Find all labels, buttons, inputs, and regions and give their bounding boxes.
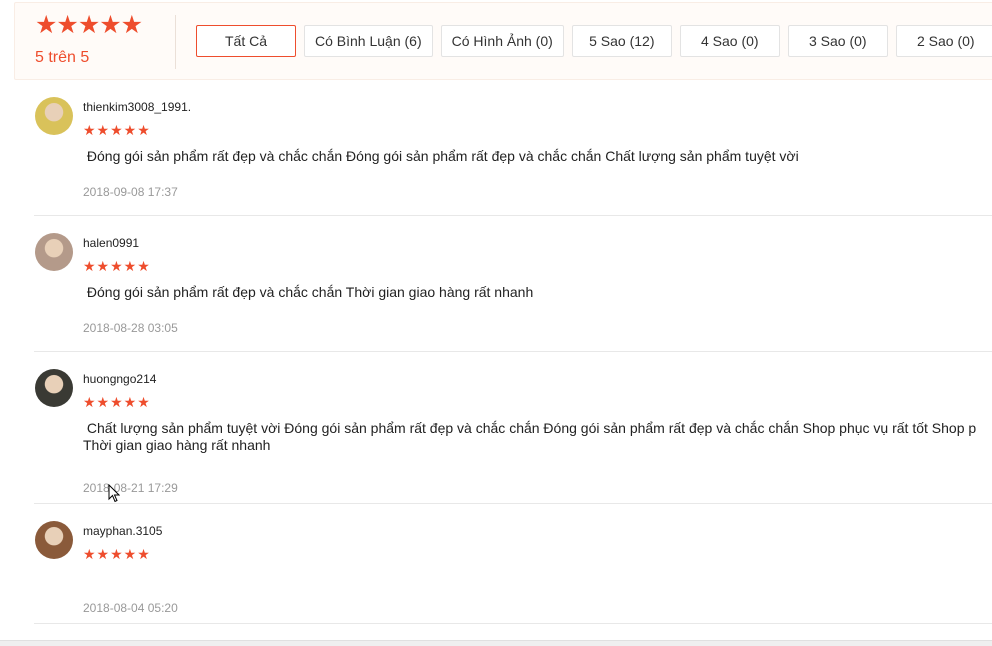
review-date: 2018-08-21 17:29	[83, 481, 178, 495]
review-date: 2018-08-04 05:20	[83, 601, 178, 615]
review-stars-icon: ★★★★★	[83, 258, 151, 274]
rating-filter-panel: ★★★★★ 5 trên 5 Tất Cả Có Bình Luận (6) Có …	[14, 2, 992, 80]
filter-button[interactable]: Có Bình Luận (6)	[304, 25, 433, 57]
review-stars-icon: ★★★★★	[83, 546, 151, 562]
avatar[interactable]	[35, 521, 73, 559]
review-username[interactable]: halen0991	[83, 236, 992, 250]
filter-button[interactable]: Có Hình Ảnh (0)	[440, 25, 564, 57]
review-item: huongngo214 ★★★★★ Chất lượng sản phẩm tu…	[34, 369, 992, 504]
review-item: halen0991 ★★★★★ Đóng gói sản phẩm rất đẹ…	[34, 233, 992, 352]
review-comment: Đóng gói sản phẩm rất đẹp và chắc chắn T…	[83, 284, 534, 300]
rating-stars-icon: ★★★★★	[35, 11, 143, 39]
review-item: mayphan.3105 ★★★★★ 2018-08-04 05:20	[34, 521, 992, 624]
rating-overview: ★★★★★ 5 trên 5	[35, 11, 143, 67]
review-item: thienkim3008_1991. ★★★★★ Đóng gói sản ph…	[34, 97, 992, 216]
avatar[interactable]	[35, 233, 73, 271]
review-username[interactable]: thienkim3008_1991.	[83, 100, 992, 114]
avatar[interactable]	[35, 369, 73, 407]
review-date: 2018-08-28 03:05	[83, 321, 178, 335]
review-username[interactable]: mayphan.3105	[83, 524, 992, 538]
filter-button[interactable]: 5 Sao (12)	[571, 25, 672, 57]
filter-button[interactable]: 4 Sao (0)	[679, 25, 780, 57]
filter-button[interactable]: 2 Sao (0)	[895, 25, 992, 57]
review-username[interactable]: huongngo214	[83, 372, 992, 386]
review-stars-icon: ★★★★★	[83, 394, 151, 410]
rating-score: 5 trên 5	[35, 49, 90, 66]
mouse-cursor-icon	[108, 484, 120, 503]
review-date: 2018-09-08 17:37	[83, 185, 178, 199]
review-stars-icon: ★★★★★	[83, 122, 151, 138]
review-comment: Chất lượng sản phẩm tuyệt vời Đóng gói s…	[83, 420, 977, 453]
avatar[interactable]	[35, 97, 73, 135]
filter-button[interactable]: 3 Sao (0)	[787, 25, 888, 57]
review-comment: Đóng gói sản phẩm rất đẹp và chắc chắn Đ…	[83, 148, 799, 164]
bottom-bar	[0, 640, 992, 646]
filter-button[interactable]: Tất Cả	[196, 25, 296, 57]
divider	[175, 15, 176, 69]
filter-buttons: Tất Cả Có Bình Luận (6) Có Hình Ảnh (0) 5 S…	[196, 25, 992, 57]
